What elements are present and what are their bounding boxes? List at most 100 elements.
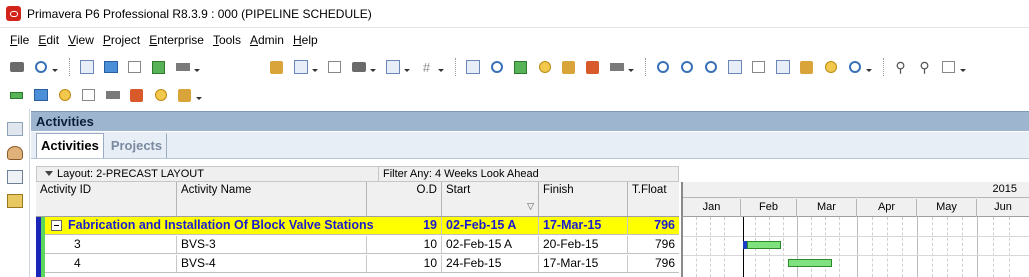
columns-icon[interactable] <box>292 59 309 76</box>
secondary-toolbar <box>0 82 1029 108</box>
apply-actuals-icon[interactable] <box>536 59 553 76</box>
column-header-activity-name[interactable]: Activity Name <box>177 182 367 216</box>
menu-edit[interactable]: Edit <box>38 33 59 47</box>
column-header-od[interactable]: O.D <box>367 182 442 216</box>
table-row[interactable]: 4 BVS-4 10 24-Feb-15 17-Mar-15 796 <box>36 255 679 273</box>
web-icon[interactable] <box>846 59 863 76</box>
help-icon[interactable] <box>822 59 839 76</box>
document-icon[interactable] <box>80 87 97 104</box>
start-cell: 02-Feb-15 A <box>442 236 539 253</box>
projects-nav-icon[interactable] <box>7 122 23 136</box>
menu-view[interactable]: View <box>68 33 94 47</box>
tracking-nav-icon[interactable] <box>7 194 23 208</box>
chevron-down-icon[interactable] <box>45 171 53 176</box>
schedule-icon[interactable] <box>464 59 481 76</box>
gantt-view-icon[interactable] <box>102 59 119 76</box>
gantt-chart[interactable] <box>681 217 1029 277</box>
timescale-month: Apr <box>857 199 917 217</box>
finish-cell: 20-Feb-15 <box>539 236 628 253</box>
diamond-icon[interactable] <box>750 59 767 76</box>
menu-help[interactable]: Help <box>293 33 318 47</box>
add-activity-icon[interactable] <box>8 87 25 104</box>
print-preview-icon[interactable] <box>32 59 49 76</box>
store-period-icon[interactable] <box>584 59 601 76</box>
wbs-level-indicator <box>41 217 45 277</box>
reports-nav-icon[interactable] <box>7 170 23 184</box>
column-header-finish[interactable]: Finish <box>539 182 628 216</box>
tfloat-cell: 796 <box>654 256 675 270</box>
activity-id-cell: 4 <box>46 255 177 272</box>
chevron-down-icon[interactable] <box>312 68 318 72</box>
activity-bar-bvs-4[interactable] <box>788 259 832 267</box>
notes-icon[interactable] <box>798 59 815 76</box>
chevron-down-icon[interactable] <box>438 68 444 72</box>
summarize-icon[interactable] <box>608 59 625 76</box>
chevron-down-icon[interactable] <box>866 68 872 72</box>
layout-selector[interactable]: Layout: 2-PRECAST LAYOUT <box>45 168 204 180</box>
collapse-icon[interactable] <box>51 220 62 231</box>
filter-label: Filter Any: 4 Weeks Look Ahead <box>383 168 539 180</box>
replace-icon[interactable] <box>940 59 957 76</box>
menu-tools[interactable]: Tools <box>213 33 241 47</box>
hash-icon[interactable]: # <box>418 59 435 76</box>
find-icon[interactable]: ⚲ <box>892 59 909 76</box>
columns-layout-icon[interactable] <box>774 59 791 76</box>
activity-table-header: Activity ID Activity Name O.D Start ▽ Fi… <box>36 182 679 217</box>
column-header-activity-id[interactable]: Activity ID <box>36 182 177 216</box>
table-view-icon[interactable] <box>78 59 95 76</box>
activity-name-cell: BVS-4 <box>177 255 367 272</box>
find-next-icon[interactable]: ⚲ <box>916 59 933 76</box>
column-header-tfloat[interactable]: T.Float <box>628 182 679 216</box>
activity-table-body: Fabrication and Installation Of Block Va… <box>36 217 679 277</box>
clock-icon[interactable] <box>488 59 505 76</box>
chevron-down-icon[interactable] <box>404 68 410 72</box>
primavera-app-icon <box>6 6 21 21</box>
menu-file[interactable]: File <box>10 33 29 47</box>
risk-icon[interactable] <box>152 87 169 104</box>
chevron-down-icon[interactable] <box>628 68 634 72</box>
chevron-down-icon[interactable] <box>196 96 202 100</box>
start-cell: 02-Feb-15 A <box>442 217 539 234</box>
relationship-icon[interactable] <box>150 59 167 76</box>
level-resources-icon[interactable] <box>512 59 529 76</box>
main-toolbar: # ⚲ ⚲ <box>0 53 1029 81</box>
add-wbs-icon[interactable] <box>32 87 49 104</box>
tab-projects[interactable]: Projects <box>105 133 168 158</box>
tab-activities[interactable]: Activities <box>36 133 104 158</box>
bars-icon[interactable] <box>268 59 285 76</box>
finish-cell: 17-Mar-15 <box>539 217 628 234</box>
filter-icon[interactable] <box>350 59 367 76</box>
gantt-timescale-header: 2015 Jan Feb Mar Apr May Jun <box>681 182 1029 217</box>
zoom-in-icon[interactable] <box>654 59 671 76</box>
organize-icon[interactable] <box>174 59 191 76</box>
chevron-down-icon[interactable] <box>52 68 58 72</box>
zoom-out-icon[interactable] <box>678 59 695 76</box>
resources-nav-icon[interactable] <box>7 146 23 160</box>
timescale-icon[interactable] <box>326 59 343 76</box>
activity-id-cell: 3 <box>46 236 177 253</box>
table-row[interactable]: 3 BVS-3 10 02-Feb-15 A 20-Feb-15 796 <box>36 236 679 254</box>
menu-enterprise[interactable]: Enterprise <box>149 33 204 47</box>
timescale-month: Jun <box>994 201 1012 213</box>
print-icon[interactable] <box>8 59 25 76</box>
zoom-reset-icon[interactable] <box>702 59 719 76</box>
progress-icon[interactable] <box>560 59 577 76</box>
chevron-down-icon[interactable] <box>370 68 376 72</box>
wbs-tree-icon[interactable] <box>128 87 145 104</box>
group-icon[interactable] <box>384 59 401 76</box>
assign-resource-icon[interactable] <box>56 87 73 104</box>
table-row[interactable]: Fabrication and Installation Of Block Va… <box>36 217 679 235</box>
network-view-icon[interactable] <box>126 59 143 76</box>
chevron-down-icon[interactable] <box>194 68 200 72</box>
split-view-icon[interactable] <box>726 59 743 76</box>
column-header-start[interactable]: Start ▽ <box>442 182 539 216</box>
left-navigation-strip <box>0 109 30 277</box>
activity-name-cell: BVS-3 <box>177 236 367 253</box>
menu-project[interactable]: Project <box>103 33 140 47</box>
issues-icon[interactable] <box>176 87 193 104</box>
chevron-down-icon[interactable] <box>960 68 966 72</box>
calculator-icon[interactable] <box>104 87 121 104</box>
menu-admin[interactable]: Admin <box>250 33 284 47</box>
window-title: Primavera P6 Professional R8.3.9 : 000 (… <box>27 6 372 21</box>
activity-bar-bvs-3[interactable] <box>747 241 781 249</box>
